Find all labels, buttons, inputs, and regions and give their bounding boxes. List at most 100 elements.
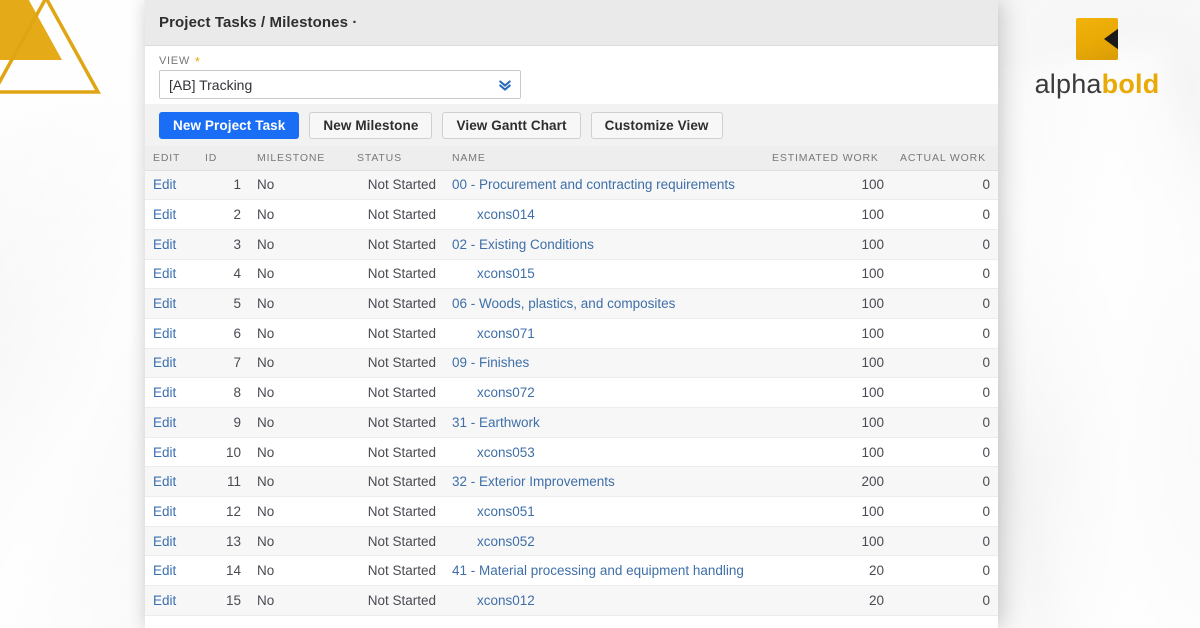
customize-view-button[interactable]: Customize View bbox=[590, 111, 723, 139]
view-gantt-chart-button[interactable]: View Gantt Chart bbox=[442, 111, 581, 139]
column-header-name[interactable]: NAME bbox=[444, 146, 764, 171]
edit-link[interactable]: Edit bbox=[153, 296, 176, 311]
cell-milestone: No bbox=[249, 466, 349, 498]
cell-edit: Edit bbox=[145, 377, 197, 408]
decorative-triangles-graphic bbox=[0, 0, 101, 94]
edit-link[interactable]: Edit bbox=[153, 534, 176, 549]
edit-link[interactable]: Edit bbox=[153, 504, 176, 519]
cell-id: 10 bbox=[197, 437, 249, 468]
view-field-label: VIEW * bbox=[159, 54, 984, 69]
task-name-link[interactable]: xcons052 bbox=[452, 534, 535, 549]
cell-estimated-work: 200 bbox=[764, 466, 892, 498]
chevron-double-down-icon[interactable] bbox=[498, 78, 512, 92]
edit-link[interactable]: Edit bbox=[153, 415, 176, 430]
cell-name: xcons052 bbox=[444, 526, 764, 557]
cell-milestone: No bbox=[249, 407, 349, 438]
task-name-link[interactable]: 31 - Earthwork bbox=[452, 415, 540, 430]
cell-edit: Edit bbox=[145, 199, 197, 230]
task-name-link[interactable]: xcons012 bbox=[452, 593, 535, 608]
cell-estimated-work: 100 bbox=[764, 318, 892, 349]
cell-actual-work: 0 bbox=[892, 585, 998, 616]
tasks-table-header-row: EDIT ID MILESTONE STATUS NAME ESTIMATED … bbox=[145, 146, 998, 171]
cell-id: 12 bbox=[197, 496, 249, 527]
cell-id: 11 bbox=[197, 466, 249, 498]
cell-milestone: No bbox=[249, 437, 349, 468]
logo-word-bold: bold bbox=[1101, 69, 1160, 99]
edit-link[interactable]: Edit bbox=[153, 593, 176, 608]
edit-link[interactable]: Edit bbox=[153, 385, 176, 400]
cell-actual-work: 0 bbox=[892, 318, 998, 349]
cell-id: 5 bbox=[197, 288, 249, 319]
cell-edit: Edit bbox=[145, 318, 197, 349]
table-row: Edit 7 No Not Started 09 - Finishes 100 0 bbox=[145, 348, 998, 379]
task-name-link[interactable]: 00 - Procurement and contracting require… bbox=[452, 177, 735, 192]
new-milestone-button[interactable]: New Milestone bbox=[309, 111, 433, 139]
alphabold-logo: alphabold bbox=[1022, 18, 1172, 114]
edit-link[interactable]: Edit bbox=[153, 355, 176, 370]
cell-estimated-work: 100 bbox=[764, 259, 892, 290]
cell-milestone: No bbox=[249, 496, 349, 527]
cell-estimated-work: 100 bbox=[764, 496, 892, 527]
edit-link[interactable]: Edit bbox=[153, 445, 176, 460]
view-select[interactable]: [AB] Tracking bbox=[159, 70, 521, 99]
column-header-id[interactable]: ID bbox=[197, 146, 249, 171]
edit-link[interactable]: Edit bbox=[153, 326, 176, 341]
cell-status: Not Started bbox=[349, 318, 444, 349]
cell-milestone: No bbox=[249, 199, 349, 230]
task-name-link[interactable]: 02 - Existing Conditions bbox=[452, 237, 594, 252]
cell-actual-work: 0 bbox=[892, 555, 998, 587]
cell-name: xcons071 bbox=[444, 318, 764, 349]
table-row: Edit 9 No Not Started 31 - Earthwork 100 0 bbox=[145, 407, 998, 438]
cell-name: 41 - Material processing and equipment h… bbox=[444, 555, 764, 587]
edit-link[interactable]: Edit bbox=[153, 177, 176, 192]
task-name-link[interactable]: xcons072 bbox=[452, 385, 535, 400]
edit-link[interactable]: Edit bbox=[153, 237, 176, 252]
task-name-link[interactable]: xcons071 bbox=[452, 326, 535, 341]
table-row: Edit 11 No Not Started 32 - Exterior Improve… bbox=[145, 466, 998, 498]
cell-milestone: No bbox=[249, 555, 349, 587]
cell-name: xcons072 bbox=[444, 377, 764, 408]
task-name-link[interactable]: 32 - Exterior Improvements bbox=[452, 474, 615, 489]
table-row: Edit 12 No Not Started xcons051 100 0 bbox=[145, 496, 998, 527]
cell-actual-work: 0 bbox=[892, 348, 998, 379]
edit-link[interactable]: Edit bbox=[153, 266, 176, 281]
edit-link[interactable]: Edit bbox=[153, 207, 176, 222]
column-header-status[interactable]: STATUS bbox=[349, 146, 444, 171]
edit-link[interactable]: Edit bbox=[153, 474, 176, 489]
cell-status: Not Started bbox=[349, 259, 444, 290]
cell-edit: Edit bbox=[145, 229, 197, 260]
column-header-milestone[interactable]: MILESTONE bbox=[249, 146, 349, 171]
task-name-link[interactable]: xcons051 bbox=[452, 504, 535, 519]
column-header-actual-work[interactable]: ACTUAL WORK bbox=[892, 146, 998, 171]
cell-id: 13 bbox=[197, 526, 249, 557]
cell-status: Not Started bbox=[349, 496, 444, 527]
column-header-edit[interactable]: EDIT bbox=[145, 146, 197, 171]
cell-estimated-work: 100 bbox=[764, 437, 892, 468]
alphabold-logo-wordmark: alphabold bbox=[1035, 71, 1160, 98]
column-header-estimated-work[interactable]: ESTIMATED WORK bbox=[764, 146, 892, 171]
cell-edit: Edit bbox=[145, 259, 197, 290]
cell-estimated-work: 100 bbox=[764, 229, 892, 260]
task-name-link[interactable]: 41 - Material processing and equipment h… bbox=[452, 563, 744, 578]
cell-name: xcons012 bbox=[444, 585, 764, 616]
cell-estimated-work: 20 bbox=[764, 555, 892, 587]
task-name-link[interactable]: xcons053 bbox=[452, 445, 535, 460]
cell-actual-work: 0 bbox=[892, 377, 998, 408]
cell-edit: Edit bbox=[145, 526, 197, 557]
new-project-task-button[interactable]: New Project Task bbox=[159, 111, 300, 139]
task-name-link[interactable]: xcons015 bbox=[452, 266, 535, 281]
task-name-link[interactable]: xcons014 bbox=[452, 207, 535, 222]
page-title: Project Tasks / Milestones · bbox=[159, 14, 358, 31]
task-name-link[interactable]: 09 - Finishes bbox=[452, 355, 529, 370]
cell-edit: Edit bbox=[145, 170, 197, 201]
table-row: Edit 8 No Not Started xcons072 100 0 bbox=[145, 377, 998, 408]
task-name-link[interactable]: 06 - Woods, plastics, and composites bbox=[452, 296, 675, 311]
cell-estimated-work: 100 bbox=[764, 526, 892, 557]
edit-link[interactable]: Edit bbox=[153, 563, 176, 578]
cell-milestone: No bbox=[249, 259, 349, 290]
cell-id: 2 bbox=[197, 199, 249, 230]
cell-actual-work: 0 bbox=[892, 259, 998, 290]
cell-edit: Edit bbox=[145, 496, 197, 527]
cell-estimated-work: 100 bbox=[764, 407, 892, 438]
cell-milestone: No bbox=[249, 585, 349, 616]
